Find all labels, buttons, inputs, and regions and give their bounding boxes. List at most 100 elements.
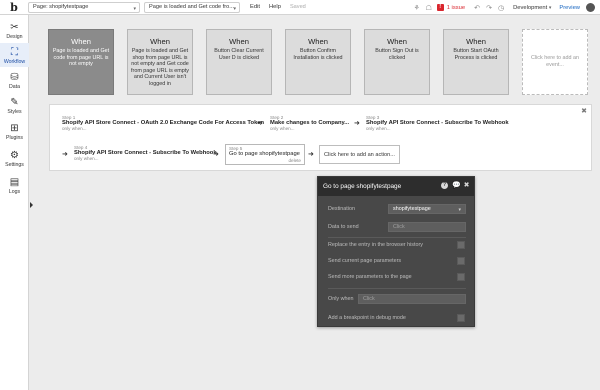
arrow-right-icon: ➜ — [62, 151, 68, 158]
step-title: Go to page shopifytestpage — [229, 151, 300, 157]
event-card[interactable]: When Button Sign Out is clicked — [364, 29, 430, 95]
sidebar-item-label: Data — [9, 84, 20, 90]
data-to-send-label: Data to send — [328, 224, 359, 230]
preview-link[interactable]: Preview — [559, 5, 580, 11]
event-description: Button Confirm Installation is clicked — [293, 48, 343, 61]
event-card[interactable]: When Button Start OAuth Process is click… — [443, 29, 509, 95]
comment-icon[interactable]: 💬 — [452, 182, 461, 189]
event-when: When — [308, 37, 328, 46]
design-icon: ✂ — [10, 22, 19, 33]
sidebar-item-logs[interactable]: ▤ Logs — [0, 173, 29, 197]
arrow-right-icon: ➜ — [257, 120, 263, 127]
styles-icon: ✎ — [10, 97, 19, 108]
workflow-icon: ⛶ — [11, 47, 18, 58]
branch-selector[interactable]: Development ▾ — [513, 5, 551, 11]
event-card[interactable]: When Page is loaded and Get code from pa… — [48, 29, 114, 95]
close-icon[interactable]: ✖ — [581, 107, 587, 115]
help-menu[interactable]: Help — [269, 4, 281, 10]
sidebar-item-label: Logs — [8, 189, 21, 195]
top-bar: b Page: shopifytestpage ▾ Page is loaded… — [0, 0, 600, 15]
sidebar-item-label: Design — [6, 34, 23, 40]
redo-icon[interactable]: ↷ — [483, 0, 495, 15]
step-title: Shopify API Store Connect - OAuth 2.0 Ex… — [62, 120, 265, 126]
workflow-steps-panel: ✖ Step 1 Shopify API Store Connect - OAu… — [49, 104, 592, 171]
help-icon[interactable]: ? — [441, 182, 448, 189]
destination-label: Destination — [328, 206, 355, 212]
event-when: When — [150, 37, 170, 46]
bubble-logo[interactable]: b — [0, 0, 28, 15]
workflow-step-1[interactable]: Step 1 Shopify API Store Connect - OAuth… — [62, 115, 264, 131]
saved-status: Saved — [289, 4, 306, 10]
event-description: Button Start OAuth Process is clicked — [453, 48, 499, 61]
sidebar-collapse-icon[interactable] — [30, 202, 33, 208]
data-icon: ⛁ — [10, 72, 19, 83]
send-more-checkbox[interactable] — [457, 273, 465, 281]
undo-icon[interactable]: ↶ — [471, 0, 483, 15]
workflow-selector[interactable]: Page is loaded and Get code fro... ▾ — [144, 1, 240, 13]
event-when: When — [387, 37, 407, 46]
replace-entry-checkbox[interactable] — [457, 241, 465, 249]
plugins-icon: ⊞ — [10, 123, 19, 134]
workflow-step-2[interactable]: Step 2 Make changes to Company... only w… — [270, 115, 349, 131]
editor-title: Go to page shopifytestpage — [323, 183, 402, 190]
add-event-button[interactable]: Click here to add an event... — [522, 29, 588, 95]
breakpoint-label: Add a breakpoint in debug mode — [328, 315, 406, 321]
sidebar-item-settings[interactable]: ⚙ Settings — [0, 146, 29, 170]
page-selector-label: Page: shopifytestpage — [33, 4, 89, 10]
sidebar-item-design[interactable]: ✂ Design — [0, 18, 29, 42]
plugins-store-icon[interactable]: ⚘ — [411, 0, 423, 15]
workflow-step-4[interactable]: Step 4 Shopify API Store Connect - Subsc… — [74, 145, 217, 161]
sidebar-item-label: Settings — [5, 162, 24, 168]
editor-header-icons: ? 💬 ✖ — [441, 182, 470, 189]
settings-icon: ⚙ — [10, 150, 19, 161]
sidebar-item-plugins[interactable]: ⊞ Plugins — [0, 119, 29, 143]
event-description: Button Clear Current User D is clicked — [214, 48, 264, 61]
event-description: Page is loaded and Get shop from page UR… — [131, 48, 189, 87]
event-description: Page is loaded and Get code from page UR… — [52, 48, 110, 68]
send-params-label: Send current page parameters — [328, 258, 402, 264]
only-when-input[interactable]: Click — [358, 294, 466, 304]
destination-select[interactable]: shopifytestpage ▾ — [388, 204, 466, 214]
breakpoint-checkbox[interactable] — [457, 314, 465, 322]
sidebar-item-workflow[interactable]: ⛶ Workflow — [0, 43, 29, 67]
data-to-send-input[interactable]: Click — [388, 222, 466, 232]
send-more-label: Send more parameters to the page — [328, 274, 412, 280]
workflow-step-5[interactable]: Step 5 Go to page shopifytestpage delete — [225, 144, 305, 165]
event-card[interactable]: When Page is loaded and Get shop from pa… — [127, 29, 193, 95]
chevron-down-icon: ▾ — [458, 207, 461, 213]
user-avatar-icon[interactable] — [586, 3, 595, 12]
step-condition[interactable]: only when... — [366, 126, 509, 131]
event-when: When — [466, 37, 486, 46]
notifications-icon[interactable]: ☖ — [423, 0, 435, 15]
top-bar-right: ⚘ ☖ ! 1 issue ↶ ↷ ◷ Development ▾ Previe… — [411, 0, 600, 15]
send-params-checkbox[interactable] — [457, 257, 465, 265]
event-description: Button Sign Out is clicked — [375, 48, 419, 61]
add-event-label: Click here to add an event... — [531, 55, 579, 68]
editor-header[interactable]: Go to page shopifytestpage ? 💬 ✖ — [318, 177, 474, 196]
replace-entry-label: Replace the entry in the browser history — [328, 242, 423, 248]
edit-menu[interactable]: Edit — [250, 4, 260, 10]
branch-label: Development — [513, 4, 548, 11]
sidebar-item-label: Workflow — [3, 59, 26, 65]
issues-indicator[interactable]: ! 1 issue — [436, 4, 465, 11]
sidebar-item-styles[interactable]: ✎ Styles — [0, 93, 29, 117]
close-icon[interactable]: ✖ — [463, 182, 470, 189]
workflow-step-3[interactable]: Step 3 Shopify API Store Connect - Subsc… — [366, 115, 509, 131]
step-condition[interactable]: only when... — [62, 126, 264, 131]
event-card[interactable]: When Button Clear Current User D is clic… — [206, 29, 272, 95]
arrow-right-icon: ➜ — [354, 120, 360, 127]
divider — [328, 288, 466, 289]
chevron-down-icon: ▾ — [133, 5, 136, 12]
page-selector[interactable]: Page: shopifytestpage ▾ — [28, 1, 140, 13]
warning-icon: ! — [436, 4, 444, 11]
only-when-label: Only when — [328, 296, 354, 302]
chevron-down-icon: ▾ — [233, 5, 236, 12]
step-condition[interactable]: only when... — [270, 126, 349, 131]
event-card[interactable]: When Button Confirm Installation is clic… — [285, 29, 351, 95]
history-icon[interactable]: ◷ — [495, 0, 507, 15]
chevron-down-icon: ▾ — [548, 4, 552, 11]
step-condition[interactable]: only when... — [74, 156, 217, 161]
sidebar-item-data[interactable]: ⛁ Data — [0, 68, 29, 92]
add-action-button[interactable]: Click here to add an action... — [319, 145, 400, 164]
delete-step-link[interactable]: delete — [288, 158, 301, 163]
